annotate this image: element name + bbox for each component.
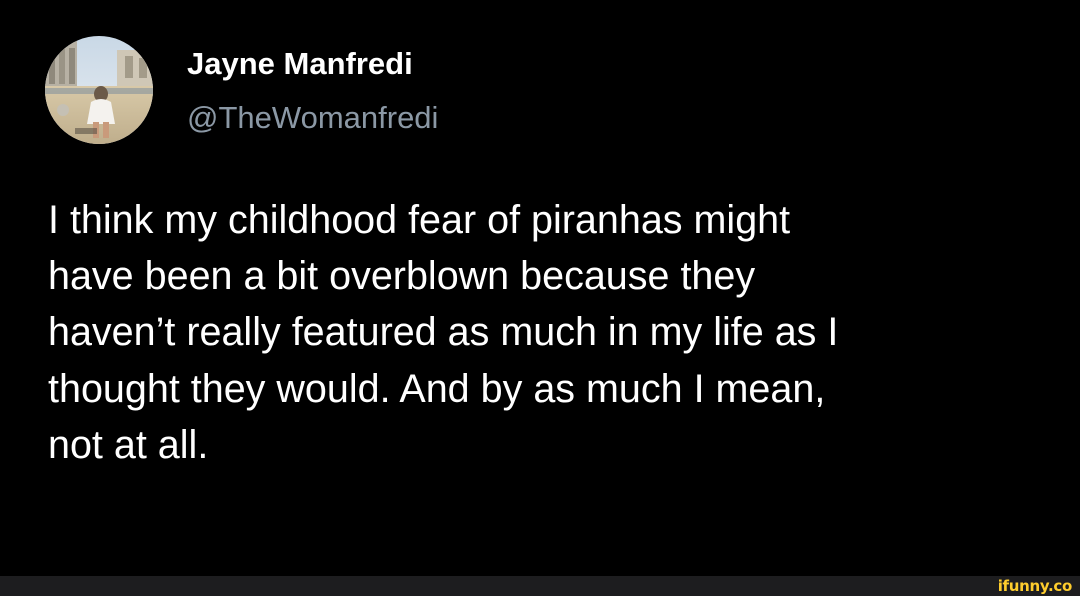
tweet-card: Jayne Manfredi @TheWomanfredi I think my… (0, 0, 1080, 576)
watermark-bar: ifunny.co (0, 576, 1080, 596)
author-handle[interactable]: @TheWomanfredi (187, 98, 438, 138)
author-avatar[interactable] (45, 36, 153, 144)
avatar-photo (45, 36, 153, 144)
author-display-name[interactable]: Jayne Manfredi (187, 44, 413, 84)
ifunny-watermark-logo[interactable]: ifunny.co (998, 576, 1073, 596)
tweet-body-text: I think my childhood fear of piranhas mi… (48, 198, 839, 467)
